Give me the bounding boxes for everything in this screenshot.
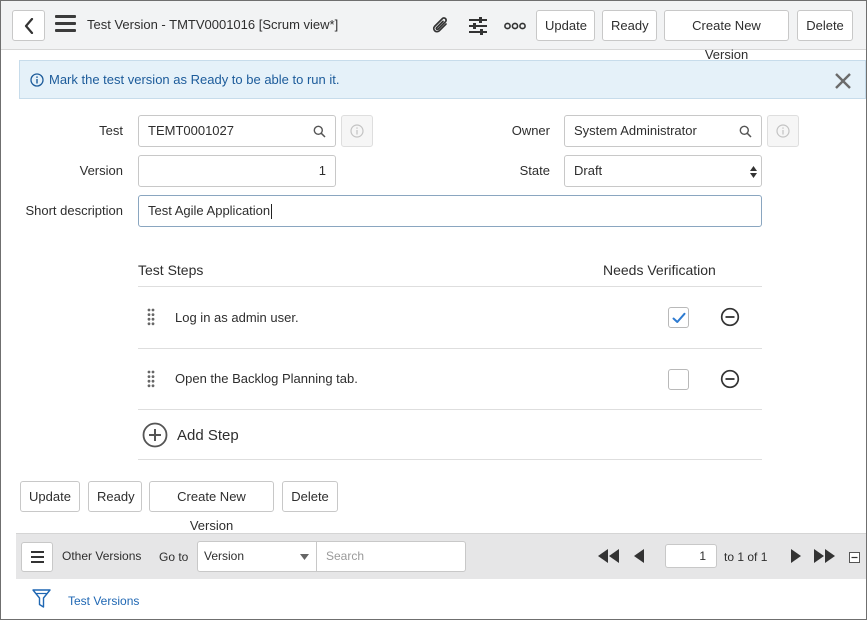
state-select[interactable]: Draft	[564, 155, 762, 187]
page-number-input[interactable]: 1	[665, 544, 717, 568]
owner-field[interactable]: System Administrator	[564, 115, 730, 147]
info-icon	[350, 124, 364, 138]
related-list-search-input[interactable]: Search	[316, 541, 466, 572]
step-text[interactable]: Log in as admin user.	[175, 310, 299, 325]
filter-icon[interactable]	[32, 589, 51, 609]
remove-icon[interactable]	[720, 369, 740, 389]
version-field[interactable]: 1	[138, 155, 336, 187]
close-icon[interactable]	[833, 71, 853, 91]
hamburger-icon[interactable]	[55, 15, 77, 35]
header-create-new-version-button[interactable]: Create New Version	[664, 10, 789, 62]
info-icon	[30, 73, 44, 87]
header-delete-button[interactable]: Delete	[797, 10, 853, 41]
goto-field-select[interactable]: Version	[197, 541, 317, 572]
goto-field-value: Version	[204, 549, 245, 563]
update-button[interactable]: Update	[20, 481, 80, 512]
filter-breadcrumb-link[interactable]: Test Versions	[68, 594, 139, 608]
delete-button[interactable]: Delete	[282, 481, 338, 512]
short-description-label: Short description	[25, 203, 123, 218]
settings-sliders-icon[interactable]	[466, 14, 490, 38]
owner-info-button[interactable]	[767, 115, 799, 147]
checkmark-icon	[672, 312, 685, 323]
back-button[interactable]	[12, 10, 45, 41]
paperclip-icon[interactable]	[429, 14, 453, 38]
test-info-button[interactable]	[341, 115, 373, 147]
test-lookup-button[interactable]	[303, 115, 336, 147]
owner-label: Owner	[511, 123, 550, 138]
state-label: State	[519, 163, 550, 178]
page-range-text: to 1 of 1	[724, 550, 768, 564]
form-header: Test Version - TMTV0001016 [Scrum view*]…	[1, 1, 866, 62]
drag-handle-icon[interactable]	[147, 308, 155, 326]
dropdown-arrow-icon	[300, 554, 309, 560]
search-icon	[739, 125, 752, 138]
add-step-label[interactable]: Add Step	[177, 427, 239, 444]
state-value: Draft	[574, 163, 603, 178]
more-icon[interactable]	[503, 14, 527, 38]
previous-page-icon[interactable]	[633, 548, 645, 564]
info-banner: Mark the test version as Ready to be abl…	[19, 60, 866, 99]
owner-lookup-button[interactable]	[729, 115, 762, 147]
goto-label: Go to	[159, 550, 189, 564]
banner-message: Mark the test version as Ready to be abl…	[49, 72, 340, 87]
test-field[interactable]: TEMT0001027	[138, 115, 304, 147]
header-update-button[interactable]: Update	[536, 10, 595, 41]
add-circle-icon[interactable]	[142, 422, 168, 448]
last-page-icon[interactable]	[813, 548, 837, 564]
drag-handle-icon[interactable]	[147, 370, 155, 388]
ready-button[interactable]: Ready	[88, 481, 142, 512]
divider	[138, 286, 762, 287]
test-label: Test	[99, 123, 123, 138]
version-label: Version	[79, 163, 123, 178]
step-text[interactable]: Open the Backlog Planning tab.	[175, 371, 358, 386]
remove-icon[interactable]	[720, 307, 740, 327]
short-description-field[interactable]: Test Agile Application	[138, 195, 762, 227]
search-icon	[313, 125, 326, 138]
needs-verification-checkbox[interactable]	[668, 369, 689, 390]
divider	[138, 459, 762, 460]
back-icon	[24, 17, 33, 34]
needs-verification-checkbox[interactable]	[668, 307, 689, 328]
form-window: Test Version - TMTV0001016 [Scrum view*]…	[0, 0, 867, 620]
related-list-menu-button[interactable]	[21, 542, 53, 572]
needs-verification-heading: Needs Verification	[603, 262, 716, 278]
related-list-bar: Other Versions Go to Version Search 1 to…	[16, 533, 866, 579]
next-page-icon[interactable]	[790, 548, 802, 564]
divider	[138, 409, 762, 410]
divider	[138, 348, 762, 349]
create-new-version-button[interactable]: Create New Version	[149, 481, 274, 533]
select-arrows-icon	[750, 166, 757, 178]
info-icon	[776, 124, 790, 138]
collapse-icon[interactable]	[849, 552, 860, 563]
short-description-value: Test Agile Application	[148, 203, 271, 218]
first-page-icon[interactable]	[596, 548, 620, 564]
test-steps-heading: Test Steps	[138, 262, 204, 278]
form-title: Test Version - TMTV0001016 [Scrum view*]	[87, 17, 339, 32]
header-ready-button[interactable]: Ready	[602, 10, 657, 41]
related-list-title: Other Versions	[62, 549, 142, 563]
